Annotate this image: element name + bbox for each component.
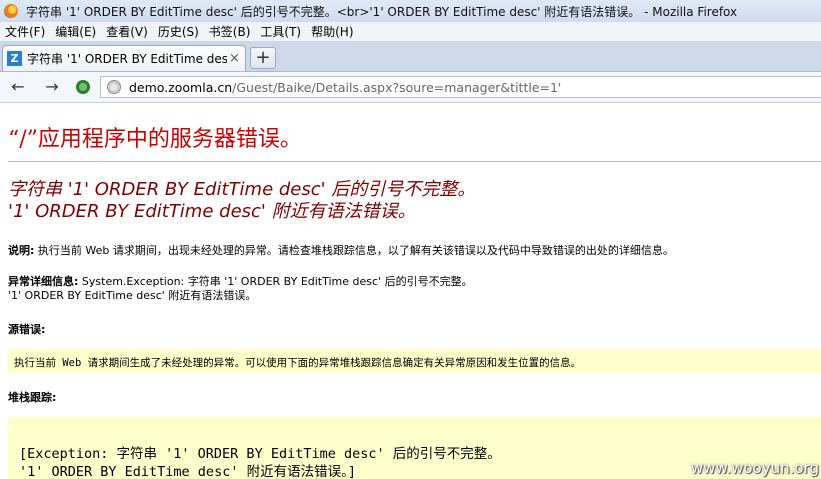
tab-active[interactable]: Z 字符串 '1' ORDER BY EditTime desc' ... × bbox=[2, 45, 246, 71]
back-button[interactable]: ← bbox=[8, 77, 28, 97]
source-error-label: 源错误: bbox=[8, 323, 46, 336]
server-error-heading: “/”应用程序中的服务器错误。 bbox=[8, 127, 302, 152]
source-error-box: 执行当前 Web 请求期间生成了未经处理的异常。可以使用下面的异常堆栈跟踪信息确… bbox=[8, 349, 821, 373]
menu-edit[interactable]: 编辑(E) bbox=[50, 23, 101, 40]
exception-details: 异常详细信息: System.Exception: 字符串 '1' ORDER … bbox=[8, 275, 473, 303]
navigation-bar: ← → demo.zoomla.cn/Guest/Baike/Details.a… bbox=[0, 72, 821, 103]
stack-trace-text: [Exception: 字符串 '1' ORDER BY EditTime de… bbox=[19, 445, 501, 479]
menu-file[interactable]: 文件(F) bbox=[0, 23, 50, 40]
error-message-line2: '1' ORDER BY EditTime desc' 附近有语法错误。 bbox=[8, 201, 416, 222]
description-label: 说明: bbox=[8, 244, 35, 257]
menu-tools[interactable]: 工具(T) bbox=[255, 23, 306, 40]
url-bar[interactable]: demo.zoomla.cn/Guest/Baike/Details.aspx?… bbox=[100, 76, 821, 98]
stack-trace-line2: '1' ORDER BY EditTime desc' 附近有语法错误。] bbox=[19, 464, 356, 479]
watermark: www.wooyun.org bbox=[690, 459, 819, 477]
exception-label: 异常详细信息: bbox=[8, 275, 79, 288]
tab-close-icon[interactable]: × bbox=[229, 51, 240, 66]
description-text: 执行当前 Web 请求期间，出现未经处理的异常。请检查堆栈跟踪信息，以了解有关该… bbox=[37, 244, 674, 257]
site-identity-icon[interactable] bbox=[107, 80, 121, 94]
menu-bookmarks[interactable]: 书签(B) bbox=[204, 23, 256, 40]
stack-trace-line1: [Exception: 字符串 '1' ORDER BY EditTime de… bbox=[19, 446, 501, 462]
tab-bar: Z 字符串 '1' ORDER BY EditTime desc' ... × … bbox=[0, 41, 821, 72]
menu-view[interactable]: 查看(V) bbox=[101, 23, 153, 40]
menu-history[interactable]: 历史(S) bbox=[153, 23, 204, 40]
new-tab-button[interactable]: + bbox=[250, 47, 276, 69]
firefox-logo-icon bbox=[4, 4, 18, 18]
url-text[interactable]: demo.zoomla.cn/Guest/Baike/Details.aspx?… bbox=[129, 80, 561, 95]
source-error-text: 执行当前 Web 请求期间生成了未经处理的异常。可以使用下面的异常堆栈跟踪信息确… bbox=[14, 357, 582, 369]
tab-label: 字符串 '1' ORDER BY EditTime desc' ... bbox=[27, 52, 227, 66]
menu-bar: 文件(F) 编辑(E) 查看(V) 历史(S) 书签(B) 工具(T) 帮助(H… bbox=[0, 22, 821, 41]
page-content: “/”应用程序中的服务器错误。 字符串 '1' ORDER BY EditTim… bbox=[0, 103, 821, 479]
addon-shield-icon[interactable] bbox=[76, 80, 90, 94]
stack-trace-label: 堆栈跟踪: bbox=[8, 391, 57, 404]
error-message: 字符串 '1' ORDER BY EditTime desc' 后的引号不完整。… bbox=[8, 179, 475, 223]
description: 说明: 执行当前 Web 请求期间，出现未经处理的异常。请检查堆栈跟踪信息，以了… bbox=[8, 242, 674, 258]
exception-text: System.Exception: 字符串 '1' ORDER BY EditT… bbox=[81, 275, 473, 288]
forward-button[interactable]: → bbox=[42, 77, 62, 97]
menu-help[interactable]: 帮助(H) bbox=[306, 23, 358, 40]
window-title: 字符串 '1' ORDER BY EditTime desc' 后的引号不完整。… bbox=[26, 4, 738, 19]
error-message-line1: 字符串 '1' ORDER BY EditTime desc' 后的引号不完整。 bbox=[8, 179, 476, 200]
url-path: /Guest/Baike/Details.aspx?soure=manager&… bbox=[232, 79, 562, 95]
url-host: demo.zoomla.cn bbox=[129, 79, 233, 95]
zoomla-favicon-icon: Z bbox=[7, 51, 22, 66]
exception-text-line2: '1' ORDER BY EditTime desc' 附近有语法错误。 bbox=[8, 289, 257, 302]
divider bbox=[8, 161, 821, 162]
window-titlebar: 字符串 '1' ORDER BY EditTime desc' 后的引号不完整。… bbox=[0, 0, 821, 23]
